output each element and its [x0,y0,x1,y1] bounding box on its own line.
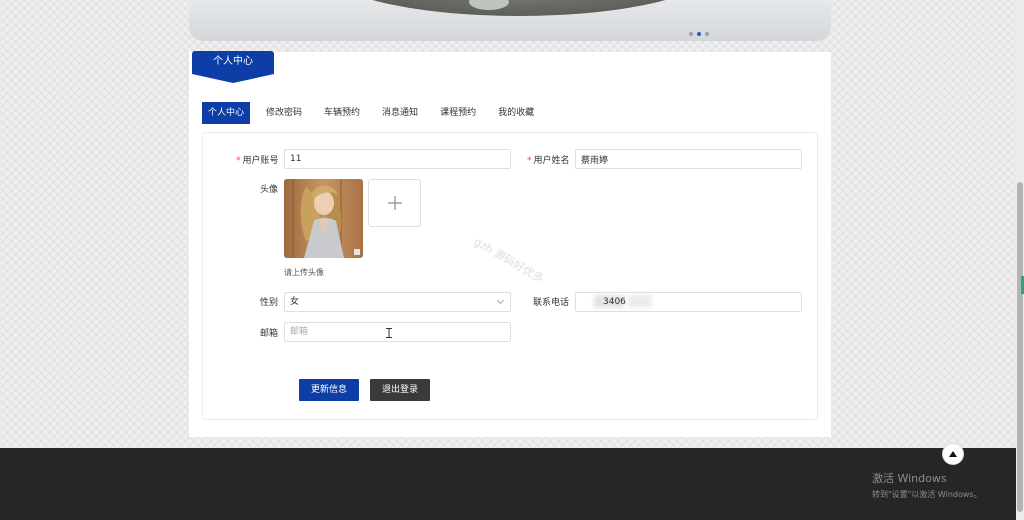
arrow-up-icon [949,451,957,457]
plus-icon [387,196,402,210]
profile-card: 个人中心 个人中心 修改密码 车辆预约 消息通知 课程预约 我的收藏 * 用户账号… [189,51,831,437]
tab-notifications[interactable]: 消息通知 [376,102,424,124]
account-input[interactable] [284,149,511,169]
email-label: 邮箱 [259,329,278,339]
tab-change-password[interactable]: 修改密码 [260,102,308,124]
gender-select[interactable]: 女 [284,292,511,312]
name-input[interactable] [575,149,802,169]
windows-activation-notice: 激活 Windows 转到"设置"以激活 Windows。 [872,470,982,500]
profile-tabs: 个人中心 修改密码 车辆预约 消息通知 课程预约 我的收藏 [202,102,550,124]
banner-image [319,0,719,16]
page-scrollbar-thumb[interactable] [1017,182,1023,512]
carousel-dot-active[interactable] [697,32,701,36]
banner-carousel[interactable] [189,0,831,41]
tab-favorites[interactable]: 我的收藏 [492,102,540,124]
carousel-dot[interactable] [689,32,693,36]
avatar-upload-hint: 请上传头像 [284,268,324,277]
name-label: * 用户姓名 [527,156,570,166]
text-cursor-icon [386,328,392,338]
gender-label: 性别 [259,298,278,308]
required-mark: * [236,156,241,166]
gender-value: 女 [290,297,300,307]
logout-button[interactable]: 退出登录 [370,379,430,401]
carousel-dots [689,32,709,36]
back-to-top-button[interactable] [942,443,964,465]
upload-avatar-button[interactable] [368,179,421,227]
avatar-label: 头像 [259,185,278,195]
avatar [284,179,363,258]
carousel-dot[interactable] [705,32,709,36]
update-info-button[interactable]: 更新信息 [299,379,359,401]
required-mark: * [527,156,532,166]
activation-subtitle: 转到"设置"以激活 Windows。 [872,490,982,499]
account-label: * 用户账号 [236,156,279,166]
page-footer [0,448,1024,520]
tab-course-booking[interactable]: 课程预约 [434,102,482,124]
redacted-phone-blur [628,295,652,308]
phone-label: 联系电话 [532,298,569,308]
phone-input[interactable]: 3406 [575,292,802,312]
tab-personal-center[interactable]: 个人中心 [202,102,251,124]
activation-title: 激活 Windows [872,472,947,485]
phone-value: 3406 [603,297,626,307]
profile-form: *用户账号 *用户姓名 头像 [202,132,818,420]
email-input[interactable] [284,322,511,342]
tab-vehicle-booking[interactable]: 车辆预约 [318,102,366,124]
chevron-down-icon [496,296,505,305]
section-title-badge: 个人中心 [192,51,274,83]
section-title: 个人中心 [213,56,253,67]
